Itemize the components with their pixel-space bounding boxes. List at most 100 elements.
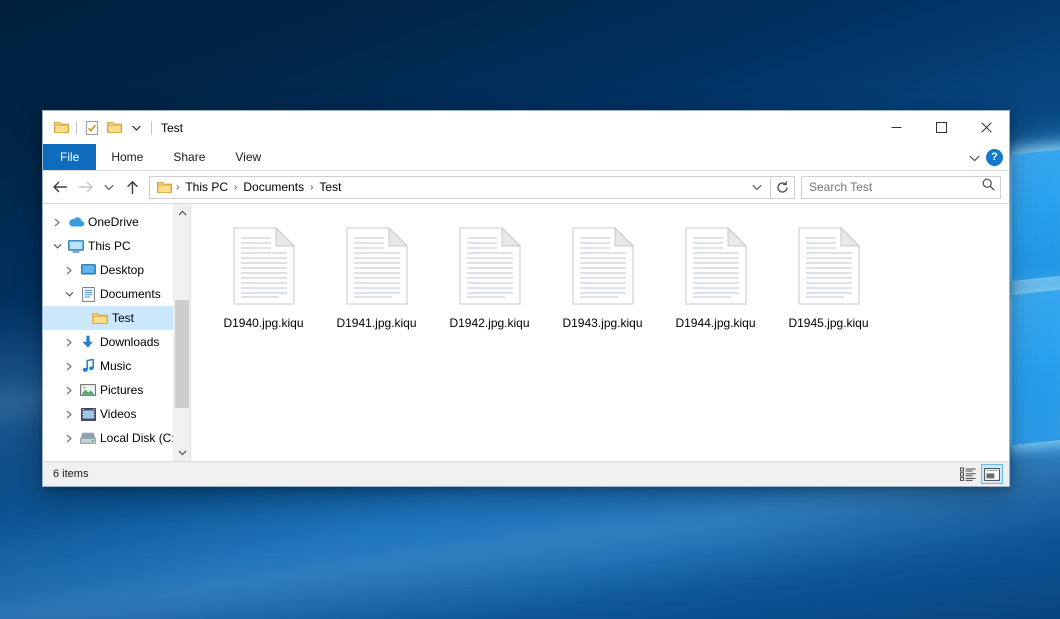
chevron-down-icon[interactable] — [61, 291, 78, 298]
chevron-right-icon[interactable] — [61, 338, 78, 347]
sidebar-item-this-pc[interactable]: This PC — [43, 234, 190, 258]
close-button[interactable] — [964, 111, 1009, 144]
toolbar-divider-2 — [151, 121, 152, 135]
sidebar-item-downloads[interactable]: Downloads — [43, 330, 190, 354]
chevron-right-icon[interactable] — [49, 218, 66, 227]
window-title: Test — [161, 121, 183, 135]
file-list-pane[interactable]: D1940.jpg.kiqu D1941.jpg.kiqu — [191, 204, 1009, 461]
toolbar-divider — [76, 121, 77, 135]
forward-button[interactable] — [73, 175, 99, 199]
scrollbar-thumb[interactable] — [175, 300, 189, 408]
generic-file-icon — [798, 220, 860, 312]
tab-file[interactable]: File — [43, 144, 96, 170]
sidebar-item-onedrive[interactable]: OneDrive — [43, 210, 190, 234]
folder-icon — [90, 312, 110, 325]
chevron-down-icon[interactable] — [49, 243, 66, 250]
sidebar-item-desktop[interactable]: Desktop — [43, 258, 190, 282]
sidebar-item-local-disk-c[interactable]: Local Disk (C:) — [43, 426, 190, 450]
sidebar-item-label: Local Disk (C:) — [98, 431, 179, 445]
expand-ribbon-chevron-down-icon[interactable] — [969, 149, 980, 167]
file-item[interactable]: D1945.jpg.kiqu — [772, 216, 885, 336]
generic-file-icon — [572, 220, 634, 312]
file-item[interactable]: D1943.jpg.kiqu — [546, 216, 659, 336]
search-input[interactable] — [809, 180, 982, 194]
quick-access-toolbar — [43, 117, 156, 139]
sidebar-item-music[interactable]: Music — [43, 354, 190, 378]
breadcrumb-item-this-pc[interactable]: This PC — [180, 180, 233, 194]
window-body: OneDrive This PC — [43, 203, 1009, 461]
maximize-button[interactable] — [919, 111, 964, 144]
file-item[interactable]: D1944.jpg.kiqu — [659, 216, 772, 336]
large-icons-view-button[interactable] — [981, 464, 1003, 484]
file-item[interactable]: D1940.jpg.kiqu — [207, 216, 320, 336]
recent-locations-chevron-down-icon[interactable] — [99, 175, 119, 199]
item-count-label: 6 items — [53, 468, 88, 480]
desktop-icon — [78, 264, 98, 276]
tab-home[interactable]: Home — [96, 144, 158, 170]
back-button[interactable] — [47, 175, 73, 199]
generic-file-icon — [459, 220, 521, 312]
folder-icon[interactable] — [50, 117, 72, 139]
sidebar-item-label: Documents — [98, 287, 161, 301]
quick-access-dropdown-icon[interactable] — [125, 117, 147, 139]
up-button[interactable] — [119, 175, 145, 199]
cloud-icon — [66, 216, 86, 228]
minimize-button[interactable] — [874, 111, 919, 144]
sidebar-item-test[interactable]: Test — [43, 306, 190, 330]
breadcrumb-item-test[interactable]: Test — [314, 180, 346, 194]
sidebar-item-documents[interactable]: Documents — [43, 282, 190, 306]
window-controls — [874, 111, 1009, 144]
ribbon-right-controls: ? — [969, 144, 1003, 171]
new-folder-icon[interactable] — [103, 117, 125, 139]
sidebar-item-label: Downloads — [98, 335, 159, 349]
help-button[interactable]: ? — [986, 149, 1003, 166]
chevron-right-icon[interactable] — [61, 362, 78, 371]
breadcrumb-folder-icon — [154, 181, 175, 194]
sidebar-item-videos[interactable]: Videos — [43, 402, 190, 426]
download-icon — [78, 335, 98, 349]
file-name: D1945.jpg.kiqu — [788, 316, 868, 330]
sidebar-item-label: Videos — [98, 407, 136, 421]
address-bar: › This PC › Documents › Test — [43, 171, 1009, 203]
sidebar-item-label: This PC — [86, 239, 131, 253]
sidebar-item-label: Pictures — [98, 383, 143, 397]
breadcrumb-item-documents[interactable]: Documents — [238, 180, 309, 194]
address-dropdown-chevron-down-icon[interactable] — [746, 176, 768, 199]
navigation-pane: OneDrive This PC — [43, 204, 191, 461]
file-item[interactable]: D1942.jpg.kiqu — [433, 216, 546, 336]
generic-file-icon — [233, 220, 295, 312]
file-explorer-window: Test File Home Share View ? — [42, 110, 1010, 487]
scroll-up-chevron-up-icon[interactable] — [174, 204, 190, 221]
videos-icon — [78, 408, 98, 421]
refresh-icon[interactable] — [771, 176, 795, 199]
chevron-right-icon[interactable] — [61, 434, 78, 443]
sidebar-item-pictures[interactable]: Pictures — [43, 378, 190, 402]
tab-share[interactable]: Share — [158, 144, 220, 170]
file-name: D1940.jpg.kiqu — [223, 316, 303, 330]
properties-checkbox-icon[interactable] — [81, 117, 103, 139]
music-icon — [78, 359, 98, 373]
tab-view[interactable]: View — [220, 144, 276, 170]
sidebar-item-label: Music — [98, 359, 131, 373]
search-icon[interactable] — [982, 178, 995, 196]
windows-logo-pane-top-left — [1012, 149, 1060, 281]
search-box[interactable] — [801, 176, 1001, 199]
generic-file-icon — [346, 220, 408, 312]
sidebar-item-label: OneDrive — [86, 215, 139, 229]
scroll-down-chevron-down-icon[interactable] — [174, 444, 190, 461]
monitor-icon — [66, 240, 86, 253]
chevron-right-icon[interactable] — [61, 266, 78, 275]
sidebar-scrollbar[interactable] — [173, 204, 190, 461]
sidebar-item-label: Desktop — [98, 263, 144, 277]
file-name: D1942.jpg.kiqu — [449, 316, 529, 330]
chevron-right-icon[interactable] — [61, 386, 78, 395]
generic-file-icon — [685, 220, 747, 312]
file-item[interactable]: D1941.jpg.kiqu — [320, 216, 433, 336]
windows-logo-pane-bottom-left — [1012, 289, 1060, 445]
details-view-button[interactable] — [957, 464, 979, 484]
breadcrumb[interactable]: › This PC › Documents › Test — [149, 176, 771, 199]
chevron-right-icon[interactable] — [61, 410, 78, 419]
file-name: D1944.jpg.kiqu — [675, 316, 755, 330]
documents-icon — [78, 287, 98, 302]
file-name: D1943.jpg.kiqu — [562, 316, 642, 330]
